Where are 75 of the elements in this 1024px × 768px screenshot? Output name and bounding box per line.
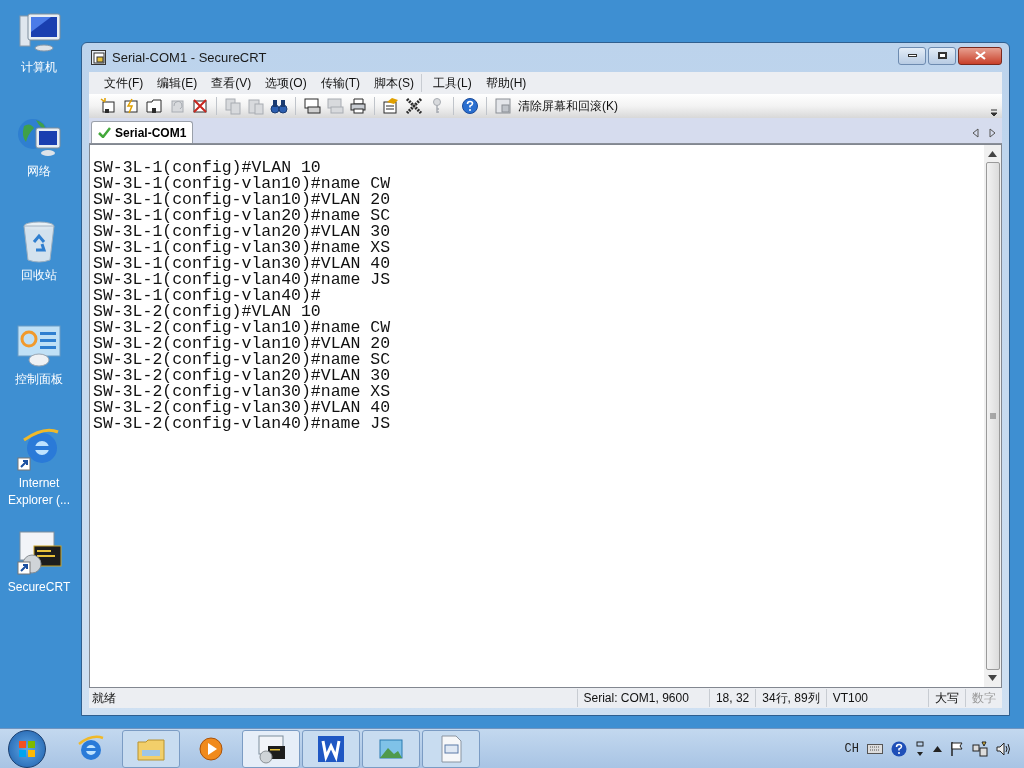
- clear-screen-button[interactable]: 清除屏幕和回滚(K): [494, 97, 618, 115]
- terminal-line: SW-3L-2(config)#VLAN 10: [93, 304, 321, 320]
- menu-item[interactable]: 选项(O): [258, 74, 314, 92]
- show-hidden-icons-icon[interactable]: [933, 745, 942, 752]
- status-field: 18, 32: [708, 689, 756, 707]
- new-connection-icon[interactable]: [99, 97, 117, 115]
- terminal-line: SW-3L-2(config-vlan20)#name SC: [93, 352, 391, 368]
- terminal-line: SW-3L-1(config-vlan30)#name XS: [93, 240, 391, 256]
- terminal-line: SW-3L-2(config-vlan30)#VLAN 40: [93, 400, 391, 416]
- terminal-line: SW-3L-1(config-vlan10)#name CW: [93, 176, 391, 192]
- taskbar-button[interactable]: [302, 729, 360, 768]
- terminal-line: SW-3L-2(config-vlan10)#name CW: [93, 320, 391, 336]
- status-field: 数字: [965, 689, 1002, 707]
- clear-screen-icon: [494, 97, 512, 115]
- print-screen-icon[interactable]: [303, 97, 321, 115]
- terminal-line: SW-3L-2(config-vlan30)#name XS: [93, 384, 391, 400]
- taskbar-button[interactable]: [242, 729, 300, 768]
- terminal-line: SW-3L-1(config-vlan40)#name JS: [93, 272, 391, 288]
- control-panel-icon: [16, 322, 62, 368]
- menu-item[interactable]: 帮助(H): [478, 74, 534, 92]
- speaker-icon[interactable]: [996, 740, 1012, 757]
- window-title: Serial-COM1 - SecureCRT: [112, 48, 267, 67]
- terminal-line: SW-3L-1(config-vlan30)#VLAN 40: [93, 256, 391, 272]
- status-message: 就绪: [91, 690, 117, 707]
- terminal-line: SW-3L-2(config-vlan10)#VLAN 20: [93, 336, 391, 352]
- scroll-up-icon[interactable]: [988, 151, 997, 157]
- grip-icon: [989, 413, 996, 419]
- start-button[interactable]: [8, 729, 46, 768]
- terminal-line: SW-3L-1(config-vlan20)#name SC: [93, 208, 391, 224]
- session-options-icon[interactable]: [382, 97, 400, 115]
- menu-item[interactable]: 查看(V): [204, 74, 259, 92]
- menu-item[interactable]: 脚本(S): [367, 74, 421, 92]
- terminal-line: SW-3L-2(config-vlan20)#VLAN 30: [93, 368, 391, 384]
- session-tab[interactable]: Serial-COM1: [91, 121, 194, 143]
- tools-icon[interactable]: [405, 97, 423, 115]
- lightning-connection-icon[interactable]: [122, 97, 140, 115]
- tab-connection-icon[interactable]: [145, 97, 163, 115]
- toolbar-overflow-icon[interactable]: [990, 109, 998, 117]
- help-icon[interactable]: [891, 740, 907, 757]
- terminal-lock-icon: [256, 733, 286, 764]
- terminal-line: SW-3L-1(config-vlan40)#: [93, 288, 321, 304]
- scroll-left-icon[interactable]: [972, 128, 980, 138]
- scrollbar-thumb[interactable]: [985, 162, 1000, 670]
- windows-logo-icon: [18, 739, 36, 758]
- language-indicator[interactable]: CH: [844, 739, 859, 758]
- disconnect-icon[interactable]: [191, 97, 209, 115]
- menu-item[interactable]: 传输(T): [313, 74, 367, 92]
- scroll-right-icon[interactable]: [988, 128, 996, 138]
- status-field: VT100: [825, 689, 928, 707]
- app-window-icon: [91, 50, 106, 65]
- help-icon[interactable]: [461, 97, 479, 115]
- status-field: Serial: COM1, 9600: [576, 689, 709, 707]
- status-field: 34行, 89列: [755, 689, 826, 707]
- vertical-scrollbar[interactable]: [984, 145, 1001, 687]
- flag-icon[interactable]: [950, 740, 964, 757]
- terminal-lock-icon: [16, 530, 62, 576]
- terminal-line: SW-3L-1(config-vlan20)#VLAN 30: [93, 224, 391, 240]
- keyboard-icon[interactable]: [867, 743, 883, 754]
- terminal-line: SW-3L-1(config-vlan10)#VLAN 20: [93, 192, 391, 208]
- printer-icon[interactable]: [349, 97, 367, 115]
- maximize-button[interactable]: [928, 46, 956, 65]
- terminal-line: SW-3L-2(config-vlan40)#name JS: [93, 416, 391, 432]
- w-letter-icon: [316, 733, 346, 764]
- status-field: 大写: [928, 689, 965, 707]
- close-icon: [974, 51, 986, 60]
- menu-item[interactable]: 文件(F): [97, 74, 151, 92]
- scroll-down-icon[interactable]: [988, 675, 997, 681]
- binoculars-icon[interactable]: [270, 97, 288, 115]
- menu-item[interactable]: 编辑(E): [150, 74, 205, 92]
- terminal-line: SW-3L-1(config)#VLAN 10: [93, 160, 321, 176]
- menu-item[interactable]: 工具(L): [426, 74, 479, 92]
- restore-arrow-icon[interactable]: [915, 740, 925, 757]
- close-button[interactable]: [958, 46, 1002, 65]
- network-icon[interactable]: [972, 740, 988, 757]
- minimize-button[interactable]: [898, 46, 926, 65]
